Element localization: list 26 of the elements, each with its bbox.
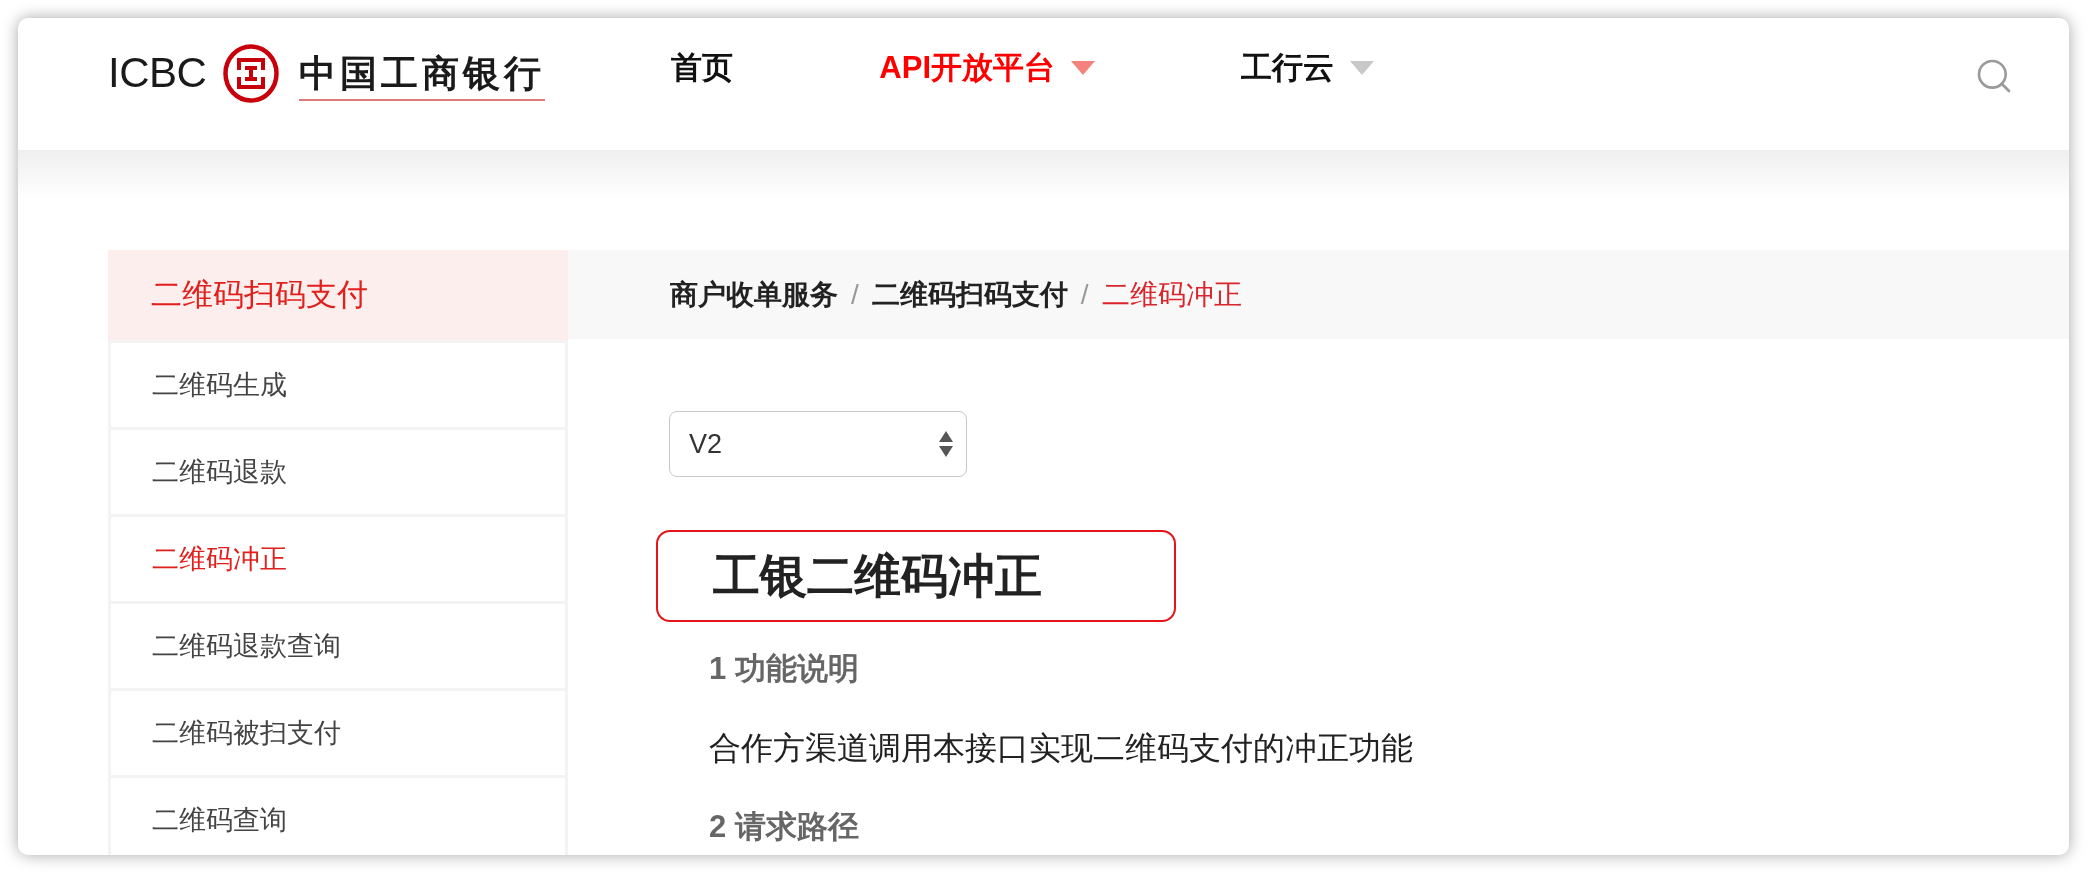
page-title: 工银二维码冲正: [656, 530, 1176, 622]
breadcrumb-separator: /: [851, 277, 859, 312]
breadcrumb-link[interactable]: 二维码冲正: [1101, 273, 1242, 316]
sidebar-item[interactable]: 二维码生成: [111, 343, 565, 427]
sidebar-item[interactable]: 二维码被扫支付: [111, 691, 565, 775]
breadcrumb-link[interactable]: 商户收单服务: [670, 273, 838, 316]
sidebar-item[interactable]: 二维码退款查询: [111, 604, 565, 688]
dropdown-triangle-icon: [1350, 61, 1375, 75]
description-text: 合作方渠道调用本接口实现二维码支付的冲正功能: [709, 729, 1414, 768]
nav-link[interactable]: 首页: [671, 48, 734, 88]
nav-link[interactable]: 工行云: [1241, 48, 1375, 88]
nav-link[interactable]: API开放平台: [879, 48, 1096, 88]
circle-emblem-icon: [223, 43, 280, 103]
breadcrumb-separator: /: [1080, 277, 1089, 312]
version-select[interactable]: V2: [669, 411, 967, 477]
dropdown-triangle-icon: [1071, 61, 1096, 75]
sidebar-item[interactable]: 二维码冲正: [111, 517, 565, 601]
sidebar-group-title: 二维码扫码支付: [108, 250, 568, 340]
section-heading: 1 功能说明: [709, 650, 860, 688]
up-down-arrows-icon: [939, 431, 953, 457]
sidebar-item[interactable]: 二维码查询: [111, 778, 565, 855]
section-heading: 2 请求路径: [709, 808, 860, 846]
sidebar-item[interactable]: 二维码退款: [111, 430, 565, 514]
bank-name: 中国工商银行: [299, 51, 546, 101]
breadcrumb-link[interactable]: 二维码扫码支付: [871, 273, 1068, 316]
logo-text: ICBC: [108, 52, 207, 94]
